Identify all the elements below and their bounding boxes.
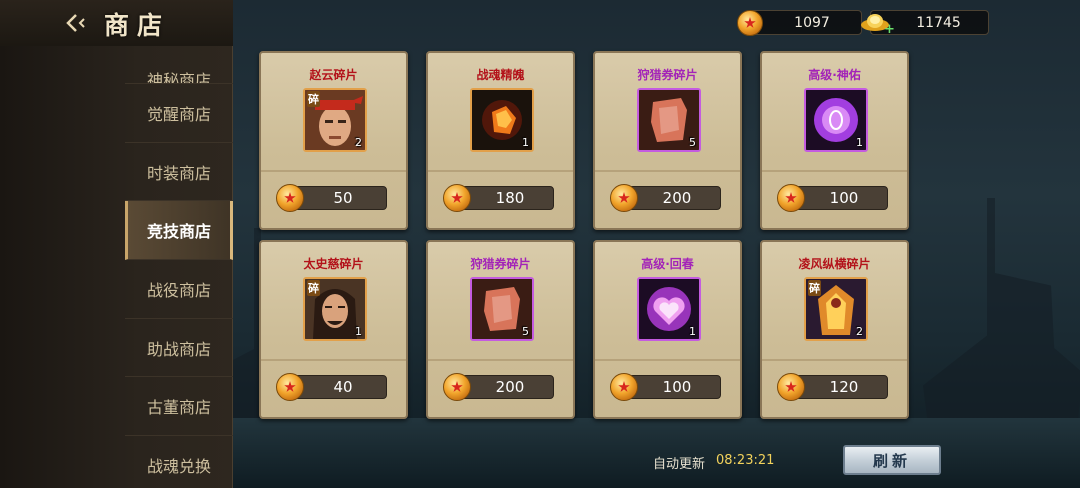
item-name: 高级·回春: [641, 257, 694, 271]
item-quantity: 1: [522, 136, 529, 149]
menu-item-assist-shop[interactable]: 助战商店: [125, 319, 233, 378]
shop-menu: 神秘商店 觉醒商店 时装商店 竞技商店 战役商店 助战商店 古董商店 战魂兑换: [125, 46, 233, 488]
item-quantity: 1: [856, 136, 863, 149]
back-arrow-icon[interactable]: [64, 11, 90, 35]
sidebar: 商店 神秘商店 觉醒商店 时装商店 竞技商店 战役商店 助战商店 古董商店 战魂…: [0, 0, 233, 488]
item-frame: 5: [470, 277, 534, 341]
shop-item-card[interactable]: 凌风纵横碎片 碎 2 120: [760, 240, 909, 419]
item-quantity: 1: [355, 325, 362, 338]
item-price: 100: [625, 375, 721, 399]
item-quantity: 1: [689, 325, 696, 338]
auto-refresh-timer: 08:23:21: [716, 453, 775, 468]
auto-refresh-label: 自动更新: [653, 457, 706, 472]
shard-badge: 碎: [307, 280, 320, 296]
coin-icon: [737, 10, 763, 36]
coin-icon: [443, 184, 471, 212]
item-quantity: 2: [856, 325, 863, 338]
item-frame: 碎 1: [303, 277, 367, 341]
coin-icon: [276, 184, 304, 212]
menu-item-soul-exchange[interactable]: 战魂兑换: [125, 436, 233, 488]
coin-icon: [610, 184, 638, 212]
item-price: 40: [291, 375, 387, 399]
item-name: 狩猎券碎片: [470, 257, 531, 271]
coin-icon: [276, 373, 304, 401]
item-name: 战魂精魄: [476, 68, 525, 82]
item-name: 凌风纵横碎片: [798, 257, 871, 271]
title-bar: 商店: [0, 0, 233, 46]
coin-icon: [610, 373, 638, 401]
shop-item-card[interactable]: 太史慈碎片 碎 1 40: [259, 240, 408, 419]
shard-badge: 碎: [808, 280, 821, 296]
menu-item-mystery-shop[interactable]: 神秘商店: [125, 46, 233, 84]
item-name: 狩猎券碎片: [637, 68, 698, 82]
item-frame: 1: [470, 88, 534, 152]
coin-icon: [777, 373, 805, 401]
item-frame: 碎 2: [303, 88, 367, 152]
shard-badge: 碎: [307, 91, 320, 107]
coin-icon: [777, 184, 805, 212]
item-name: 太史慈碎片: [303, 257, 364, 271]
shop-item-card[interactable]: 赵云碎片 碎 2 50: [259, 51, 408, 230]
item-quantity: 2: [355, 136, 362, 149]
plus-icon[interactable]: +: [884, 23, 895, 36]
item-price: 50: [291, 186, 387, 210]
item-frame: 碎 2: [804, 277, 868, 341]
shop-item-card[interactable]: 狩猎券碎片 5 200: [426, 240, 575, 419]
menu-item-campaign-shop[interactable]: 战役商店: [125, 260, 233, 319]
item-price: 100: [792, 186, 888, 210]
item-price: 200: [458, 375, 554, 399]
menu-item-antique-shop[interactable]: 古董商店: [125, 377, 233, 437]
item-price: 200: [625, 186, 721, 210]
item-frame: 1: [637, 277, 701, 341]
page-title: 商店: [104, 11, 171, 40]
item-price: 120: [792, 375, 888, 399]
menu-item-arena-shop[interactable]: 竞技商店: [125, 201, 233, 261]
item-frame: 1: [804, 88, 868, 152]
coin-balance: 1097: [750, 10, 862, 35]
refresh-button[interactable]: 刷新: [843, 445, 941, 475]
shop-item-card[interactable]: 战魂精魄 1 180: [426, 51, 575, 230]
shop-item-card[interactable]: 高级·神佑 1 100: [760, 51, 909, 230]
item-quantity: 5: [522, 325, 529, 338]
shop-item-card[interactable]: 狩猎券碎片 5 200: [593, 51, 742, 230]
menu-item-fashion-shop[interactable]: 时装商店: [125, 143, 233, 202]
item-name: 赵云碎片: [309, 68, 358, 82]
item-name: 高级·神佑: [808, 68, 861, 82]
shop-item-card[interactable]: 高级·回春 1 100: [593, 240, 742, 419]
item-price: 180: [458, 186, 554, 210]
item-quantity: 5: [689, 136, 696, 149]
coin-icon: [443, 373, 471, 401]
menu-item-awaken-shop[interactable]: 觉醒商店: [125, 84, 233, 143]
item-frame: 5: [637, 88, 701, 152]
